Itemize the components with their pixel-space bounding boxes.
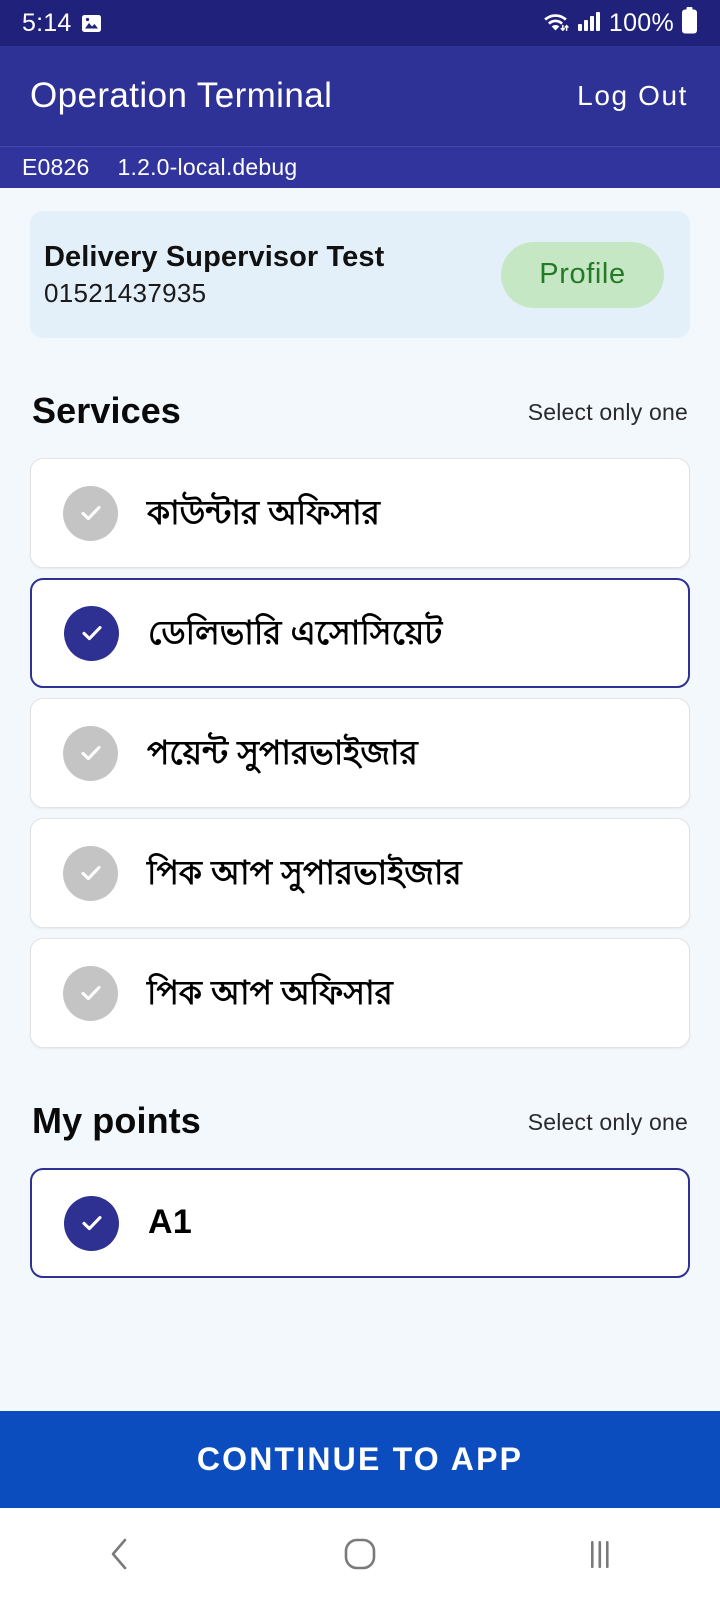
services-hint: Select only one	[527, 399, 688, 425]
app-bar: Operation Terminal Log Out	[0, 46, 720, 146]
status-bar: 5:14 100%	[0, 0, 720, 46]
services-section-header: Services Select only one	[30, 390, 690, 432]
check-circle-icon[interactable]	[63, 845, 118, 901]
services-title: Services	[32, 390, 181, 431]
check-circle-icon[interactable]	[63, 485, 118, 541]
service-option-label: পয়েন্ট সুপারভাইজার	[147, 734, 418, 772]
wifi-icon	[542, 9, 570, 38]
check-circle-icon[interactable]	[63, 725, 118, 781]
back-chevron-icon[interactable]	[0, 1508, 240, 1600]
point-option-label: A1	[148, 1203, 193, 1242]
profile-button[interactable]: Profile	[501, 241, 664, 308]
profile-card: Delivery Supervisor Test 01521437935 Pro…	[30, 211, 690, 338]
service-option-1[interactable]: ডেলিভারি এসোসিয়েট	[30, 578, 690, 688]
page-title: Operation Terminal	[30, 76, 333, 115]
version-bar: E0826 1.2.0-local.debug	[0, 146, 720, 188]
app-version-label: 1.2.0-local.debug	[117, 154, 298, 180]
cellular-signal-icon	[577, 10, 602, 37]
device-code-label: E0826	[22, 154, 90, 180]
status-time: 5:14	[22, 8, 72, 37]
system-navigation-bar	[0, 1508, 720, 1600]
point-option-0[interactable]: A1	[30, 1168, 690, 1278]
service-option-4[interactable]: পিক আপ অফিসার	[30, 938, 690, 1048]
logout-button[interactable]: Log Out	[575, 74, 690, 118]
home-circle-icon[interactable]	[240, 1508, 480, 1600]
points-title: My points	[32, 1100, 201, 1141]
profile-info: Delivery Supervisor Test 01521437935	[44, 241, 384, 309]
battery-percent-text: 100%	[608, 8, 674, 37]
services-list: কাউন্টার অফিসার ডেলিভারি এসোসিয়েট পয়েন্ট…	[30, 458, 690, 1048]
service-option-0[interactable]: কাউন্টার অফিসার	[30, 458, 690, 568]
status-bar-left: 5:14	[22, 9, 102, 38]
check-circle-selected-icon[interactable]	[64, 1195, 119, 1251]
app-root: 5:14 100% Operation Terminal Log Out E08…	[0, 0, 720, 1600]
service-option-label: পিক আপ অফিসার	[147, 974, 393, 1012]
recent-apps-icon[interactable]	[480, 1508, 720, 1600]
profile-name: Delivery Supervisor Test	[44, 240, 385, 273]
points-section-header: My points Select only one	[30, 1100, 690, 1142]
service-option-label: কাউন্টার অফিসার	[147, 494, 380, 532]
service-option-3[interactable]: পিক আপ সুপারভাইজার	[30, 818, 690, 928]
battery-full-icon	[681, 7, 698, 39]
service-option-label: পিক আপ সুপারভাইজার	[147, 854, 462, 892]
check-circle-icon[interactable]	[63, 965, 118, 1021]
points-list: A1	[30, 1168, 690, 1278]
image-icon	[81, 14, 102, 33]
service-option-2[interactable]: পয়েন্ট সুপারভাইজার	[30, 698, 690, 808]
points-hint: Select only one	[527, 1109, 688, 1135]
check-circle-selected-icon[interactable]	[64, 605, 119, 661]
content-area: Delivery Supervisor Test 01521437935 Pro…	[0, 188, 720, 1600]
profile-phone: 01521437935	[44, 277, 207, 308]
continue-to-app-button[interactable]: CONTINUE TO APP	[0, 1411, 720, 1508]
status-bar-right: 100%	[542, 7, 698, 39]
service-option-label: ডেলিভারি এসোসিয়েট	[148, 614, 443, 652]
